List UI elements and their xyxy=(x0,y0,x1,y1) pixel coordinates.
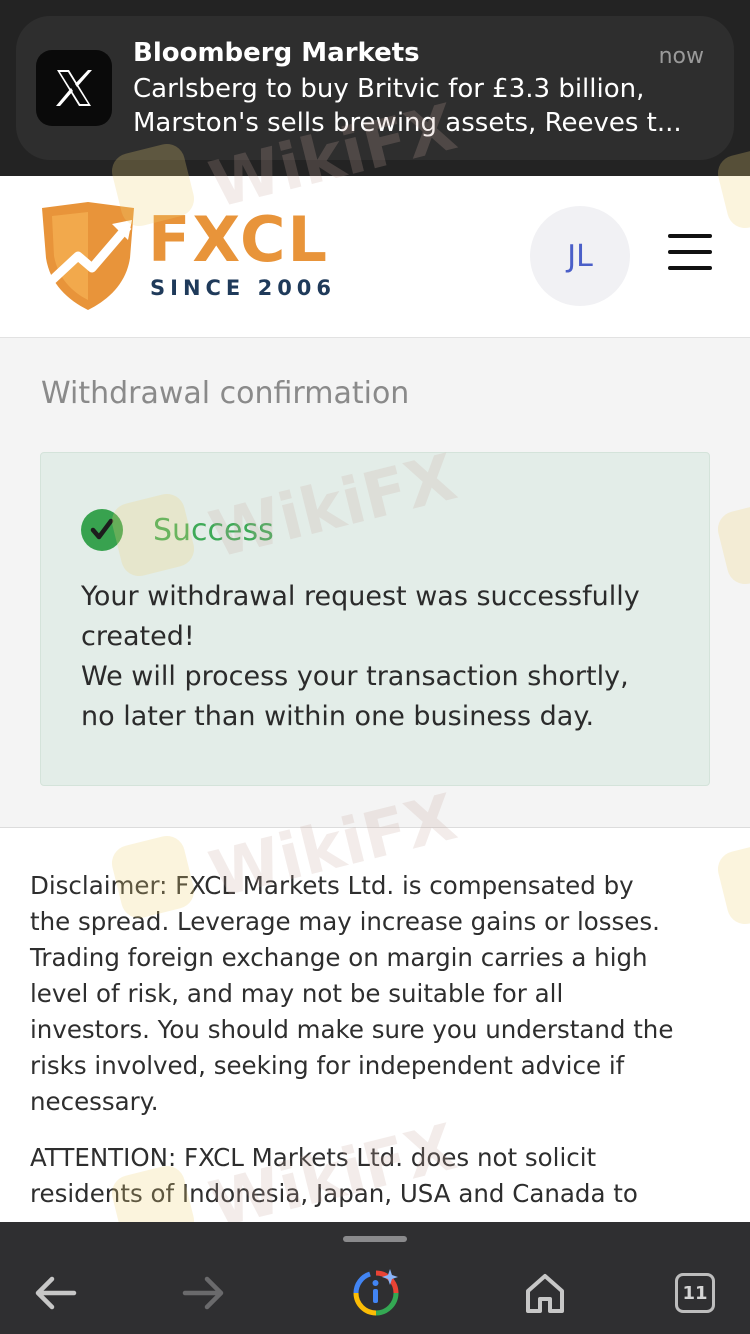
arrow-left-icon[interactable] xyxy=(27,1268,83,1318)
disclaimer-line: necessary. xyxy=(30,1087,159,1116)
notification-time: now xyxy=(658,44,704,69)
x-logo-icon xyxy=(36,50,112,126)
message-line: Your withdrawal request was successfully xyxy=(81,581,640,612)
notification-line: Carlsberg to buy Britvic for £3.3 billio… xyxy=(133,74,645,104)
logo-tagline: SINCE 2006 xyxy=(150,276,337,300)
message-line: no later than within one business day. xyxy=(81,701,595,732)
user-avatar[interactable]: JL xyxy=(530,206,630,306)
disclaimer-line: investors. You should make sure you unde… xyxy=(30,1015,674,1044)
site-header: FXCL SINCE 2006 JL xyxy=(0,176,750,338)
fxcl-logo[interactable]: FXCL SINCE 2006 xyxy=(38,200,338,312)
google-lens-icon[interactable] xyxy=(348,1268,404,1318)
browser-toolbar: 11 xyxy=(0,1222,750,1334)
tabs-icon[interactable]: 11 xyxy=(667,1268,723,1318)
alert-message: Your withdrawal request was successfully… xyxy=(81,577,691,737)
tabs-count: 11 xyxy=(675,1273,715,1313)
notification-app-name: Bloomberg Markets xyxy=(133,38,420,68)
disclaimer-line: risks involved, seeking for independent … xyxy=(30,1051,625,1080)
disclaimer-line: Trading foreign exchange on margin carri… xyxy=(30,943,648,972)
attention-line: ATTENTION: FXCL Markets Ltd. does not so… xyxy=(30,1143,597,1172)
disclaimer-line: level of risk, and may not be suitable f… xyxy=(30,979,564,1008)
arrow-right-icon[interactable] xyxy=(176,1268,232,1318)
hamburger-menu-icon[interactable] xyxy=(668,234,712,274)
message-line: We will process your transaction shortly… xyxy=(81,661,629,692)
page-title: Withdrawal confirmation xyxy=(41,376,410,411)
notification-body: Carlsberg to buy Britvic for £3.3 billio… xyxy=(133,72,708,140)
withdrawal-panel: Withdrawal confirmation Success Your wit… xyxy=(0,338,750,828)
sheet-grabber[interactable] xyxy=(343,1236,407,1242)
notification-line: Marston's sells brewing assets, Reeves t… xyxy=(133,108,682,138)
home-icon[interactable] xyxy=(517,1268,573,1318)
message-line: created! xyxy=(81,621,195,652)
